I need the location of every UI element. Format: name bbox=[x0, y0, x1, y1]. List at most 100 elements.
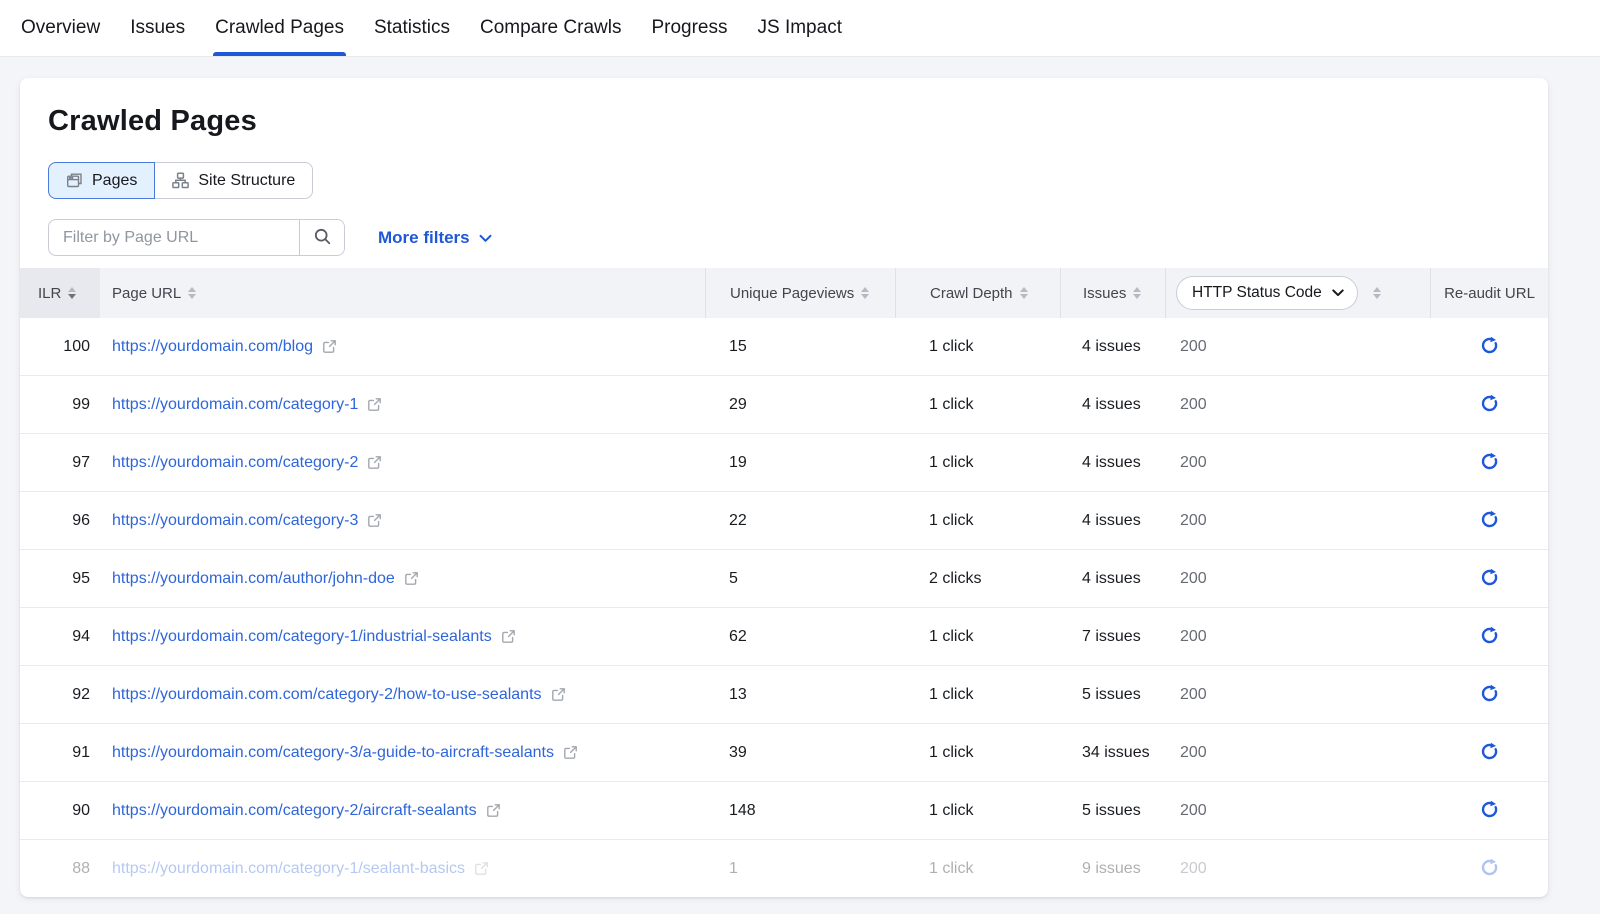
site-structure-toggle-button[interactable]: Site Structure bbox=[155, 162, 313, 199]
page-url-cell: https://yourdomain.com.com/category-2/ho… bbox=[100, 686, 705, 704]
re-audit-button[interactable] bbox=[1480, 394, 1499, 416]
http-status-cell: 200 bbox=[1165, 454, 1430, 472]
http-status-cell: 200 bbox=[1165, 628, 1430, 646]
issues-value: 9 issues bbox=[1060, 860, 1165, 878]
http-status-code-dropdown[interactable]: HTTP Status Code bbox=[1176, 276, 1358, 310]
unique-pageviews-value: 1 bbox=[705, 860, 895, 878]
column-label-crawl-depth: Crawl Depth bbox=[930, 285, 1013, 302]
http-status-value[interactable]: 200 bbox=[1180, 744, 1207, 762]
page-url-link[interactable]: https://yourdomain.com/category-1/sealan… bbox=[112, 860, 465, 878]
re-audit-button[interactable] bbox=[1480, 336, 1499, 358]
page-url-filter bbox=[48, 219, 345, 256]
page-url-cell: https://yourdomain.com/category-2 bbox=[100, 454, 705, 472]
tab-compare-crawls[interactable]: Compare Crawls bbox=[480, 0, 621, 56]
re-audit-button[interactable] bbox=[1480, 510, 1499, 532]
re-audit-button[interactable] bbox=[1480, 742, 1499, 764]
page-title: Crawled Pages bbox=[48, 105, 1548, 138]
column-header-crawl-depth[interactable]: Crawl Depth bbox=[895, 268, 1060, 318]
page-url-link[interactable]: https://yourdomain.com/category-1 bbox=[112, 396, 358, 414]
http-status-cell: 200 bbox=[1165, 512, 1430, 530]
page-url-link[interactable]: https://yourdomain.com/category-3/a-guid… bbox=[112, 744, 554, 762]
external-link-icon[interactable] bbox=[367, 513, 382, 528]
re-audit-button[interactable] bbox=[1480, 452, 1499, 474]
table-row: 97 https://yourdomain.com/category-2 19 … bbox=[20, 434, 1548, 492]
http-status-value[interactable]: 200 bbox=[1180, 338, 1207, 356]
tab-crawled-pages[interactable]: Crawled Pages bbox=[215, 0, 344, 56]
external-link-icon[interactable] bbox=[474, 861, 489, 876]
http-status-value[interactable]: 200 bbox=[1180, 396, 1207, 414]
page-url-link[interactable]: https://yourdomain.com/category-2/aircra… bbox=[112, 802, 477, 820]
search-icon bbox=[313, 227, 332, 249]
http-status-value[interactable]: 200 bbox=[1180, 686, 1207, 704]
external-link-icon[interactable] bbox=[486, 803, 501, 818]
external-link-icon[interactable] bbox=[501, 629, 516, 644]
column-label-re-audit-url: Re-audit URL bbox=[1444, 285, 1535, 302]
ilr-value: 97 bbox=[20, 454, 100, 472]
more-filters-button[interactable]: More filters bbox=[378, 228, 492, 248]
external-link-icon[interactable] bbox=[322, 339, 337, 354]
external-link-icon[interactable] bbox=[404, 571, 419, 586]
unique-pageviews-value: 15 bbox=[705, 338, 895, 356]
http-status-cell: 200 bbox=[1165, 570, 1430, 588]
tab-overview[interactable]: Overview bbox=[21, 0, 100, 56]
page-url-link[interactable]: https://yourdomain.com/category-2 bbox=[112, 454, 358, 472]
pages-toggle-button[interactable]: Pages bbox=[48, 162, 155, 199]
re-audit-cell bbox=[1430, 452, 1548, 474]
crawl-depth-value: 2 clicks bbox=[895, 570, 1060, 588]
issues-value: 5 issues bbox=[1060, 802, 1165, 820]
ilr-value: 94 bbox=[20, 628, 100, 646]
tab-statistics[interactable]: Statistics bbox=[374, 0, 450, 56]
page-url-link[interactable]: https://yourdomain.com/author/john-doe bbox=[112, 570, 395, 588]
page-url-link[interactable]: https://yourdomain.com.com/category-2/ho… bbox=[112, 686, 542, 704]
sort-icon-unique-pageviews bbox=[861, 287, 869, 299]
unique-pageviews-value: 13 bbox=[705, 686, 895, 704]
page-url-filter-input[interactable] bbox=[49, 220, 299, 255]
unique-pageviews-value: 29 bbox=[705, 396, 895, 414]
http-status-value[interactable]: 200 bbox=[1180, 802, 1207, 820]
tab-issues[interactable]: Issues bbox=[130, 0, 185, 56]
table-row: 95 https://yourdomain.com/author/john-do… bbox=[20, 550, 1548, 608]
re-audit-button[interactable] bbox=[1480, 858, 1499, 880]
ilr-value: 95 bbox=[20, 570, 100, 588]
table-row: 96 https://yourdomain.com/category-3 22 … bbox=[20, 492, 1548, 550]
http-status-value[interactable]: 200 bbox=[1180, 454, 1207, 472]
external-link-icon[interactable] bbox=[367, 455, 382, 470]
re-audit-button[interactable] bbox=[1480, 800, 1499, 822]
http-status-value[interactable]: 200 bbox=[1180, 860, 1207, 878]
crawl-depth-value: 1 click bbox=[895, 512, 1060, 530]
refresh-icon bbox=[1480, 742, 1499, 764]
refresh-icon bbox=[1480, 336, 1499, 358]
issues-value: 4 issues bbox=[1060, 338, 1165, 356]
refresh-icon bbox=[1480, 510, 1499, 532]
http-status-value[interactable]: 200 bbox=[1180, 628, 1207, 646]
column-header-unique-pageviews[interactable]: Unique Pageviews bbox=[705, 268, 895, 318]
external-link-icon[interactable] bbox=[563, 745, 578, 760]
refresh-icon bbox=[1480, 394, 1499, 416]
refresh-icon bbox=[1480, 568, 1499, 590]
re-audit-cell bbox=[1430, 858, 1548, 880]
refresh-icon bbox=[1480, 626, 1499, 648]
page-url-link[interactable]: https://yourdomain.com/category-1/indust… bbox=[112, 628, 492, 646]
http-status-value[interactable]: 200 bbox=[1180, 512, 1207, 530]
http-status-code-dropdown-label: HTTP Status Code bbox=[1192, 284, 1322, 302]
tab-progress[interactable]: Progress bbox=[651, 0, 727, 56]
re-audit-cell bbox=[1430, 742, 1548, 764]
page-url-link[interactable]: https://yourdomain.com/blog bbox=[112, 338, 313, 356]
column-label-issues: Issues bbox=[1083, 285, 1126, 302]
sort-icon-ilr bbox=[68, 287, 76, 299]
http-status-value[interactable]: 200 bbox=[1180, 570, 1207, 588]
re-audit-button[interactable] bbox=[1480, 684, 1499, 706]
tab-js-impact[interactable]: JS Impact bbox=[758, 0, 842, 56]
column-label-page-url: Page URL bbox=[112, 285, 181, 302]
sort-icon-http-status-code[interactable] bbox=[1373, 287, 1381, 299]
external-link-icon[interactable] bbox=[551, 687, 566, 702]
page-url-link[interactable]: https://yourdomain.com/category-3 bbox=[112, 512, 358, 530]
external-link-icon[interactable] bbox=[367, 397, 382, 412]
column-header-issues[interactable]: Issues bbox=[1060, 268, 1165, 318]
re-audit-button[interactable] bbox=[1480, 568, 1499, 590]
re-audit-button[interactable] bbox=[1480, 626, 1499, 648]
column-header-page-url[interactable]: Page URL bbox=[100, 268, 705, 318]
column-header-ilr[interactable]: ILR bbox=[20, 268, 100, 318]
table-row: 99 https://yourdomain.com/category-1 29 … bbox=[20, 376, 1548, 434]
search-button[interactable] bbox=[299, 220, 344, 255]
